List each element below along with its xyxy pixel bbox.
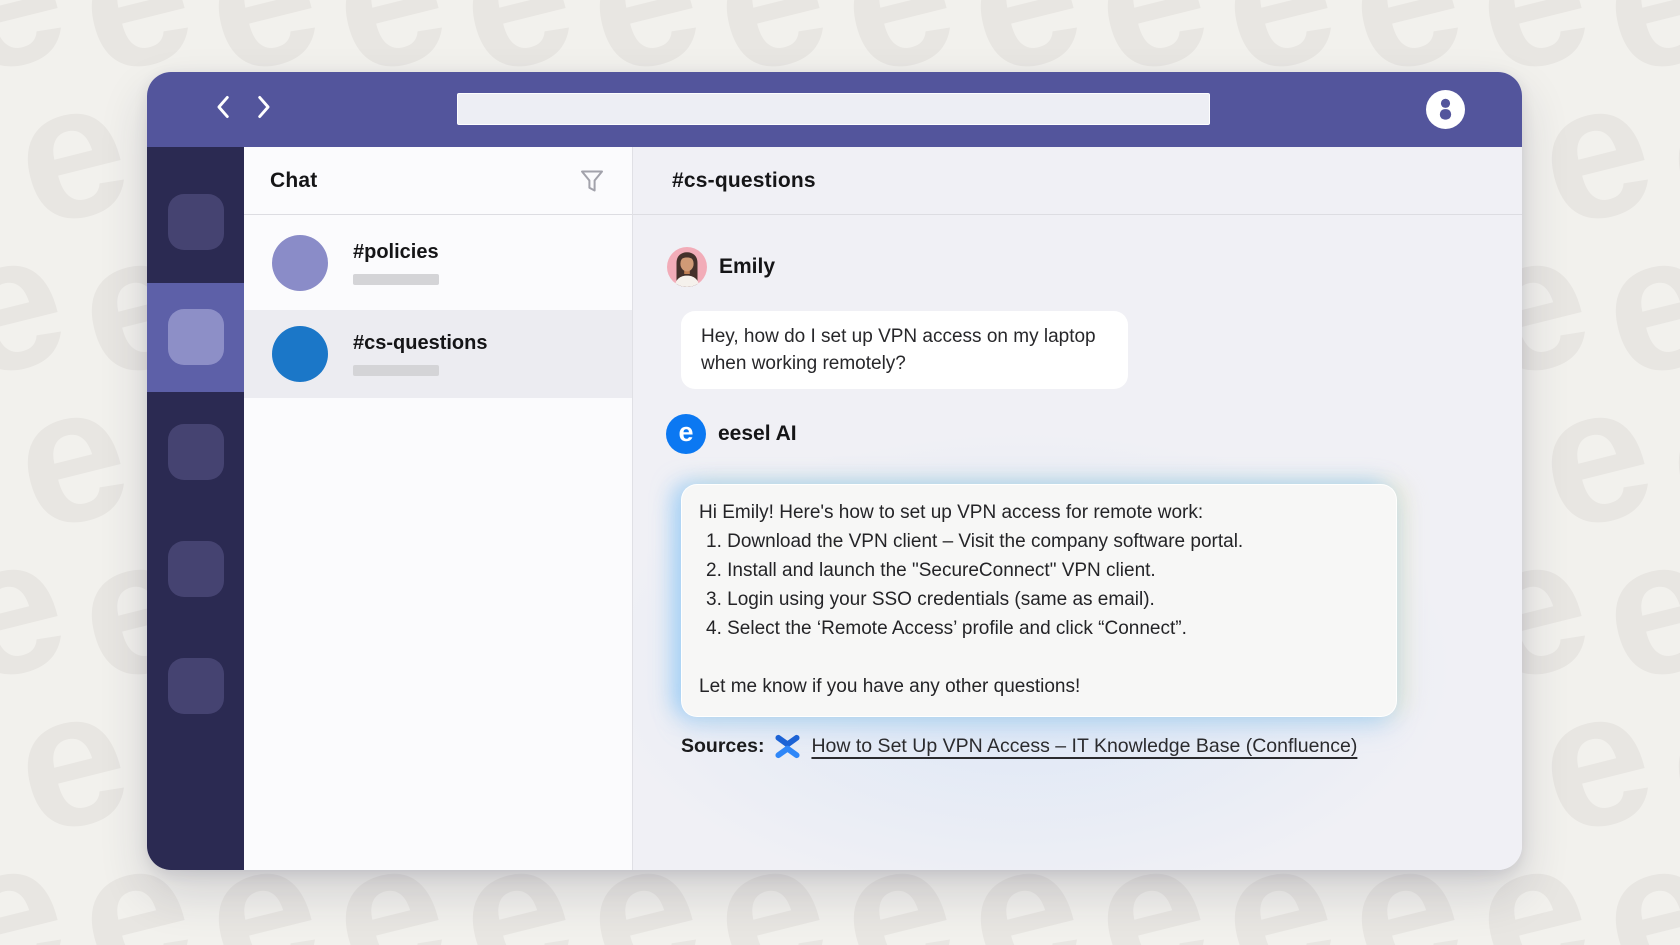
chat-list-panel: Chat #policies #cs-questions [244, 147, 633, 870]
channel-name: #policies [353, 240, 439, 263]
filter-button[interactable] [578, 167, 606, 195]
conversation-header: #cs-questions [633, 147, 1522, 215]
search-input[interactable] [457, 93, 1210, 125]
channel-avatar [272, 326, 328, 382]
user-message-bubble: Hey, how do I set up VPN access on my la… [681, 311, 1128, 389]
chevron-right-icon [257, 95, 272, 124]
channel-row-policies[interactable]: #policies [244, 215, 632, 310]
channel-preview-placeholder [353, 273, 439, 285]
profile-button[interactable] [1426, 90, 1465, 129]
sidebar-item-4[interactable] [168, 541, 224, 597]
person-icon [1433, 95, 1458, 125]
message-author-row: e eesel AI [666, 414, 1522, 454]
app-rail [147, 147, 244, 870]
sidebar-item-5[interactable] [168, 658, 224, 714]
channel-row-cs-questions[interactable]: #cs-questions [244, 310, 632, 398]
nav-buttons [213, 72, 273, 147]
chat-list-header: Chat [244, 147, 632, 215]
title-bar [147, 72, 1522, 147]
sidebar-item-1[interactable] [168, 194, 224, 250]
app-window: Chat #policies #cs-questions #cs-questio… [147, 72, 1522, 870]
sources-row: Sources: How to Set Up VPN Access – IT K… [681, 733, 1522, 760]
message-author-row: Emily [667, 247, 1522, 287]
active-app-icon [168, 309, 224, 365]
forward-button[interactable] [255, 95, 273, 124]
sources-label: Sources: [681, 735, 765, 757]
ai-answer-step: 3. Login using your SSO credentials (sam… [706, 589, 1155, 610]
channel-name: #cs-questions [353, 332, 488, 354]
ai-answer-intro: Hi Emily! Here's how to set up VPN acces… [699, 502, 1204, 523]
eesel-ai-avatar: e [666, 414, 706, 454]
source-link[interactable]: How to Set Up VPN Access – IT Knowledge … [811, 735, 1357, 758]
chevron-left-icon [215, 95, 230, 124]
message-author: Emily [719, 255, 776, 278]
ai-answer-step: 4. Select the ‘Remote Access’ profile an… [706, 618, 1187, 639]
conversation-title: #cs-questions [672, 168, 816, 192]
ai-answer-outro: Let me know if you have any other questi… [699, 676, 1081, 697]
ai-answer-step: 1. Download the VPN client – Visit the c… [706, 531, 1244, 552]
back-button[interactable] [213, 95, 231, 124]
emily-avatar [667, 247, 707, 287]
sidebar-item-3[interactable] [168, 424, 224, 480]
sidebar-item-active[interactable] [147, 283, 244, 392]
conversation-panel: #cs-questions Emily Hey, how do I set up… [633, 147, 1522, 870]
channel-avatar [272, 234, 328, 291]
funnel-icon [578, 170, 606, 199]
message-author: eesel AI [718, 422, 797, 445]
confluence-logo-icon [774, 733, 801, 760]
ai-answer-card: Hi Emily! Here's how to set up VPN acces… [681, 484, 1397, 717]
chat-panel-title: Chat [270, 168, 318, 192]
ai-answer-step: 2. Install and launch the "SecureConnect… [706, 560, 1156, 581]
channel-preview-placeholder [353, 365, 439, 376]
